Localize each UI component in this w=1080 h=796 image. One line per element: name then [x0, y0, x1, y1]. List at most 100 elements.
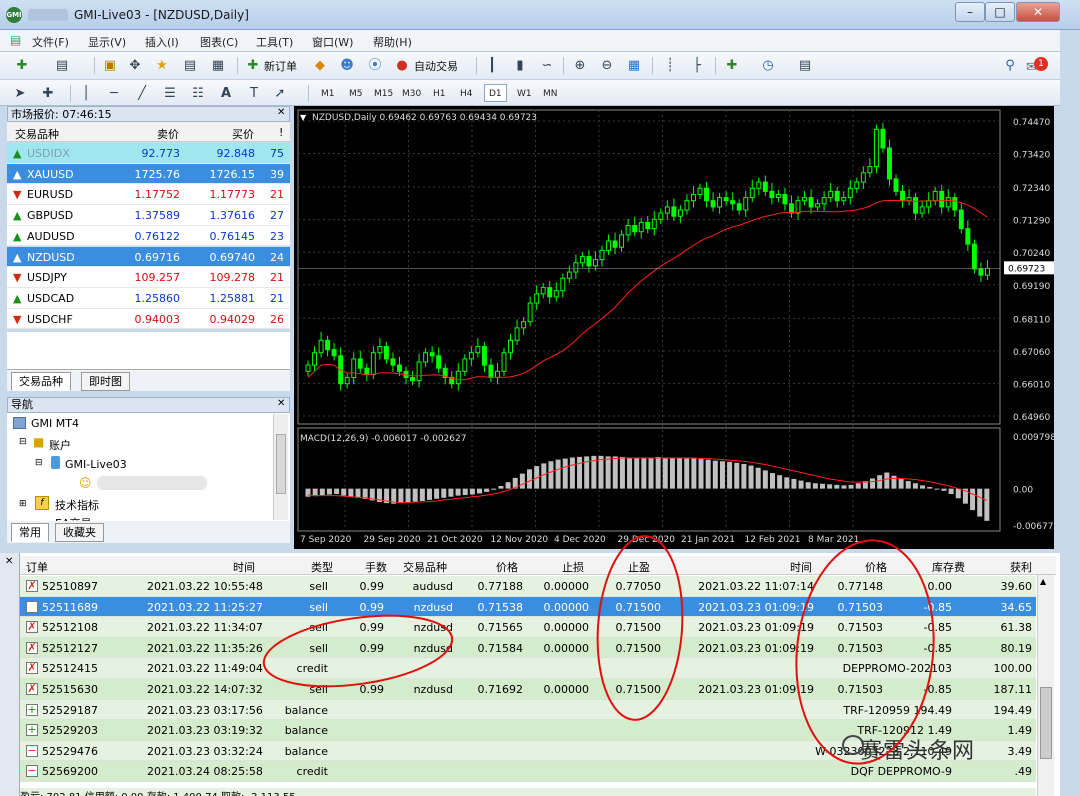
tab-favorites[interactable]: 收藏夹: [55, 523, 104, 542]
history-row[interactable]: ✗ 52512415 2021.03.22 11:49:04 credit 100.00…: [20, 658, 1036, 679]
zoom-in-icon[interactable]: ⊕: [570, 56, 590, 75]
column-header[interactable]: 手数: [365, 559, 387, 575]
header-symbol[interactable]: 交易品种: [15, 126, 59, 142]
column-header[interactable]: 时间: [233, 559, 255, 575]
menu-view[interactable]: 显示(V): [88, 34, 126, 50]
expand-icon[interactable]: ⊞: [19, 499, 27, 509]
collapse-icon[interactable]: ⊟: [19, 437, 27, 447]
timeframe-h1[interactable]: H1: [428, 84, 451, 102]
column-header[interactable]: 止盈: [628, 559, 650, 575]
new-chart-icon[interactable]: ✚: [12, 56, 32, 75]
nav-root[interactable]: GMI MT4: [31, 417, 79, 430]
column-header[interactable]: 库存费: [932, 559, 965, 575]
chart-shift-icon[interactable]: ┊: [660, 56, 680, 75]
search-icon[interactable]: ⚲: [1000, 56, 1020, 75]
menu-window[interactable]: 窗口(W): [312, 34, 353, 50]
header-bid[interactable]: 卖价: [157, 126, 179, 142]
column-header[interactable]: 交易品种: [403, 559, 447, 575]
candlestick-icon[interactable]: ▮: [510, 56, 530, 75]
history-row[interactable]: ✗ 52512108 2021.03.22 11:34:07 sell 0.99 nzdu…: [20, 617, 1036, 638]
crosshair-icon[interactable]: ✚: [38, 84, 58, 103]
notifications-icon[interactable]: ✉ 1: [1026, 57, 1048, 75]
auto-trading-icon[interactable]: ●: [392, 56, 412, 75]
menu-file[interactable]: 文件(F): [32, 34, 69, 50]
market-row-audusd[interactable]: ▲ AUDUSD 0.76122 0.76145 23: [7, 225, 290, 247]
market-row-nzdusd[interactable]: ▲ NZDUSD 0.69716 0.69740 24: [7, 246, 290, 268]
market-watch-icon[interactable]: ▣: [100, 56, 120, 75]
templates-icon[interactable]: ▤: [795, 56, 815, 75]
scroll-thumb[interactable]: [1040, 687, 1052, 759]
nav-indicators[interactable]: 技术指标: [55, 497, 99, 513]
auto-trading-button[interactable]: 自动交易: [414, 58, 458, 74]
timeframe-d1[interactable]: D1: [484, 84, 507, 102]
arrows-icon[interactable]: ➚: [270, 84, 290, 103]
header-ask[interactable]: 买价: [232, 126, 254, 142]
column-header[interactable]: 订单: [26, 559, 48, 575]
bar-chart-icon[interactable]: ┃: [482, 56, 502, 75]
menu-help[interactable]: 帮助(H): [373, 34, 412, 50]
close-icon[interactable]: ✕: [277, 398, 285, 409]
header-spread[interactable]: !: [279, 126, 283, 139]
column-header[interactable]: 止损: [562, 559, 584, 575]
market-row-eurusd[interactable]: ▼ EURUSD 1.17752 1.17773 21: [7, 184, 290, 206]
trendline-icon[interactable]: ╱: [132, 84, 152, 103]
zoom-out-icon[interactable]: ⊖: [597, 56, 617, 75]
fibonacci-icon[interactable]: ☷: [188, 84, 208, 103]
community-icon[interactable]: ☻: [337, 56, 357, 75]
column-header[interactable]: 时间: [790, 559, 812, 575]
market-row-gbpusd[interactable]: ▲ GBPUSD 1.37589 1.37616 27: [7, 205, 290, 226]
timeframe-mn[interactable]: MN: [538, 84, 563, 102]
minimize-button[interactable]: –: [955, 2, 985, 22]
vertical-line-icon[interactable]: │: [76, 84, 96, 103]
market-row-usdcad[interactable]: ▲ USDCAD 1.25860 1.25881 21: [7, 287, 290, 309]
maximize-button[interactable]: □: [985, 2, 1015, 22]
history-row[interactable]: ✗ 52515630 2021.03.22 14:07:32 sell 0.99 nzdu…: [20, 679, 1036, 700]
close-icon[interactable]: ✕: [277, 107, 285, 118]
history-scrollbar[interactable]: ▲: [1037, 575, 1054, 796]
horizontal-line-icon[interactable]: ─: [104, 84, 124, 103]
timeframe-w1[interactable]: W1: [512, 84, 537, 102]
data-window-icon[interactable]: ✥: [125, 56, 145, 75]
nav-accounts[interactable]: 账户: [49, 437, 71, 453]
periods-icon[interactable]: ◷: [758, 56, 778, 75]
menu-charts[interactable]: 图表(C): [200, 34, 238, 50]
timeframe-m1[interactable]: M1: [316, 84, 340, 102]
history-row[interactable]: +52529187 2021.03.23 03:17:56 balance 194.4…: [20, 699, 1036, 721]
new-order-icon[interactable]: ✚: [243, 56, 263, 75]
text-label-icon[interactable]: T: [244, 84, 264, 103]
navigator-icon[interactable]: ★: [152, 56, 172, 75]
channel-icon[interactable]: ☰: [160, 84, 180, 103]
timeframe-m15[interactable]: M15: [369, 84, 398, 102]
new-order-button[interactable]: 新订单: [264, 58, 297, 74]
market-row-usdidx[interactable]: ▲ USDIDX 92.773 92.848 75: [7, 143, 290, 164]
column-header[interactable]: 类型: [311, 559, 333, 575]
cursor-icon[interactable]: ➤: [10, 84, 30, 103]
market-row-xauusd[interactable]: ▲ XAUUSD 1725.76 1726.15 39: [7, 163, 290, 185]
close-button[interactable]: ✕: [1016, 2, 1060, 22]
navigator-scrollbar[interactable]: [273, 414, 288, 520]
text-icon[interactable]: A: [216, 84, 236, 103]
tile-windows-icon[interactable]: ▦: [624, 56, 644, 75]
strategy-tester-icon[interactable]: ▦: [208, 56, 228, 75]
signals-icon[interactable]: ⦿: [365, 56, 385, 75]
history-row[interactable]: ✗ 52512127 2021.03.22 11:35:26 sell 0.99 nzdu…: [20, 637, 1036, 659]
collapse-icon[interactable]: ⊟: [35, 458, 43, 468]
menu-tools[interactable]: 工具(T): [256, 34, 293, 50]
timeframe-m5[interactable]: M5: [344, 84, 368, 102]
terminal-icon[interactable]: ▤: [180, 56, 200, 75]
column-header[interactable]: 价格: [496, 559, 518, 575]
timeframe-h4[interactable]: H4: [455, 84, 478, 102]
column-header[interactable]: 获利: [1010, 559, 1032, 575]
nav-server[interactable]: GMI-Live03: [65, 458, 127, 471]
column-header[interactable]: 价格: [865, 559, 887, 575]
history-row[interactable]: ✗ 52511689 2021.03.22 11:25:27 sell 0.99 nzdu…: [20, 596, 1036, 618]
scroll-thumb[interactable]: [276, 434, 286, 494]
indicators-icon[interactable]: ✚: [722, 56, 742, 75]
market-row-usdjpy[interactable]: ▼ USDJPY 109.257 109.278 21: [7, 267, 290, 288]
tab-tick-chart[interactable]: 即时图: [81, 372, 130, 391]
tab-common[interactable]: 常用: [11, 523, 49, 542]
autoscroll-icon[interactable]: ├: [687, 56, 707, 75]
history-row[interactable]: ✗ 52510897 2021.03.22 10:55:48 sell 0.99 audu…: [20, 576, 1036, 597]
market-row-usdchf[interactable]: ▼ USDCHF 0.94003 0.94029 26: [7, 308, 290, 330]
metaeditor-icon[interactable]: ◆: [310, 56, 330, 75]
